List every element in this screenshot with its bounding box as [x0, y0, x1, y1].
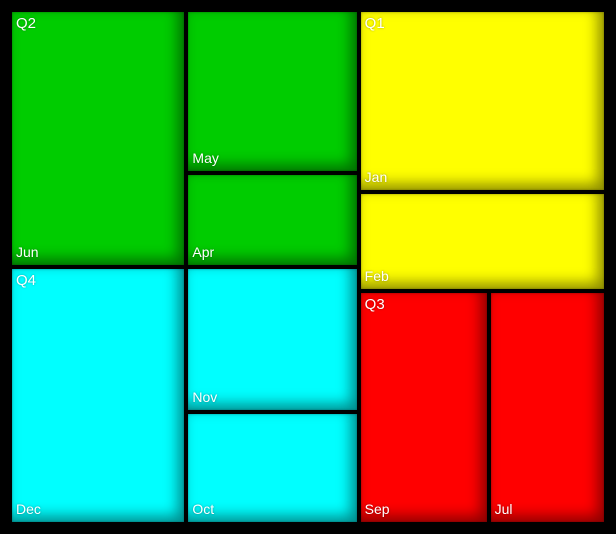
treemap-cell-jan[interactable]: Jan	[361, 12, 604, 190]
leaf-label-feb: Feb	[365, 269, 389, 283]
leaf-label-oct: Oct	[192, 502, 214, 516]
treemap-plot: JanFebJunMayAprSepJulDecNovOctQ1Q2Q3Q4	[10, 10, 606, 524]
leaf-label-sep: Sep	[365, 502, 390, 516]
treemap-cell-apr[interactable]: Apr	[188, 175, 356, 265]
leaf-label-apr: Apr	[192, 245, 214, 259]
leaf-label-may: May	[192, 151, 218, 165]
treemap-cell-dec[interactable]: Dec	[12, 269, 184, 522]
treemap-cell-feb[interactable]: Feb	[361, 194, 604, 288]
treemap-frame: JanFebJunMayAprSepJulDecNovOctQ1Q2Q3Q4	[0, 0, 616, 534]
treemap-cell-jul[interactable]: Jul	[491, 293, 604, 522]
treemap-cell-sep[interactable]: Sep	[361, 293, 487, 522]
leaf-label-dec: Dec	[16, 502, 41, 516]
treemap-cell-oct[interactable]: Oct	[188, 414, 356, 522]
treemap-cell-may[interactable]: May	[188, 12, 356, 171]
leaf-label-jan: Jan	[365, 170, 388, 184]
leaf-label-jul: Jul	[495, 502, 513, 516]
treemap-cell-jun[interactable]: Jun	[12, 12, 184, 265]
treemap-cell-nov[interactable]: Nov	[188, 269, 356, 410]
leaf-label-jun: Jun	[16, 245, 39, 259]
leaf-label-nov: Nov	[192, 390, 217, 404]
